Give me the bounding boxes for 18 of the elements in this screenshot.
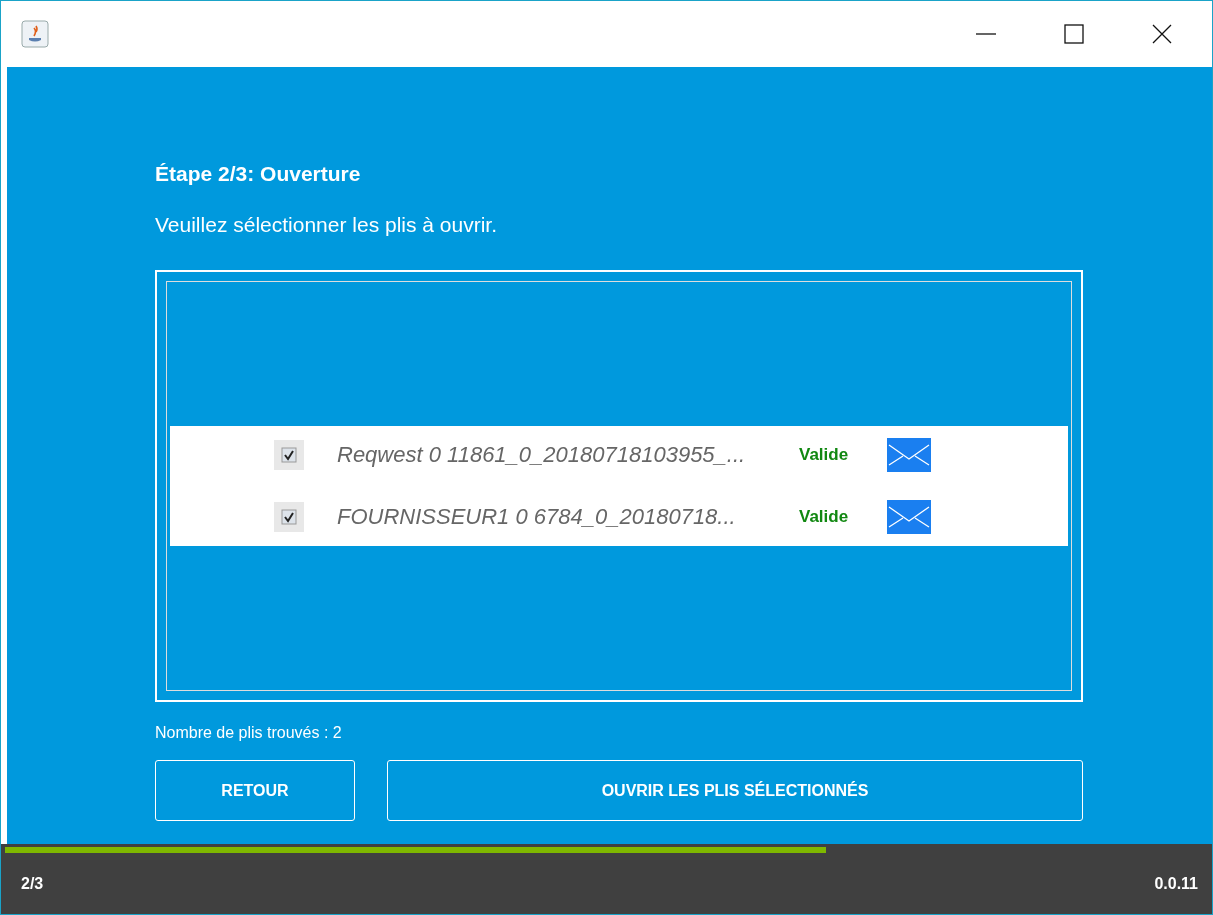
checkbox[interactable] bbox=[274, 502, 304, 532]
status-label: Valide bbox=[799, 445, 850, 465]
back-button[interactable]: RETOUR bbox=[155, 760, 355, 821]
close-icon[interactable] bbox=[1152, 24, 1172, 44]
instruction-text: Veuillez sélectionner les plis à ouvrir. bbox=[155, 213, 498, 237]
step-counter: 2/3 bbox=[21, 874, 44, 893]
app-icon bbox=[21, 20, 49, 48]
pli-name: FOURNISSEUR1 0 6784_0_20180718... bbox=[337, 504, 737, 530]
maximize-icon[interactable] bbox=[1064, 24, 1084, 44]
count-text: Nombre de plis trouvés : 2 bbox=[155, 724, 343, 742]
pli-name: Reqwest 0 11861_0_20180718103955_... bbox=[337, 442, 747, 468]
checkbox[interactable] bbox=[274, 440, 304, 470]
step-title: Étape 2/3: Ouverture bbox=[155, 162, 362, 186]
envelope-icon[interactable] bbox=[887, 438, 931, 472]
envelope-icon[interactable] bbox=[887, 500, 931, 534]
open-button[interactable]: OUVRIR LES PLIS SÉLECTIONNÉS bbox=[387, 760, 1083, 821]
version-text: 0.0.11 bbox=[1154, 874, 1198, 893]
status-label: Valide bbox=[799, 507, 850, 527]
